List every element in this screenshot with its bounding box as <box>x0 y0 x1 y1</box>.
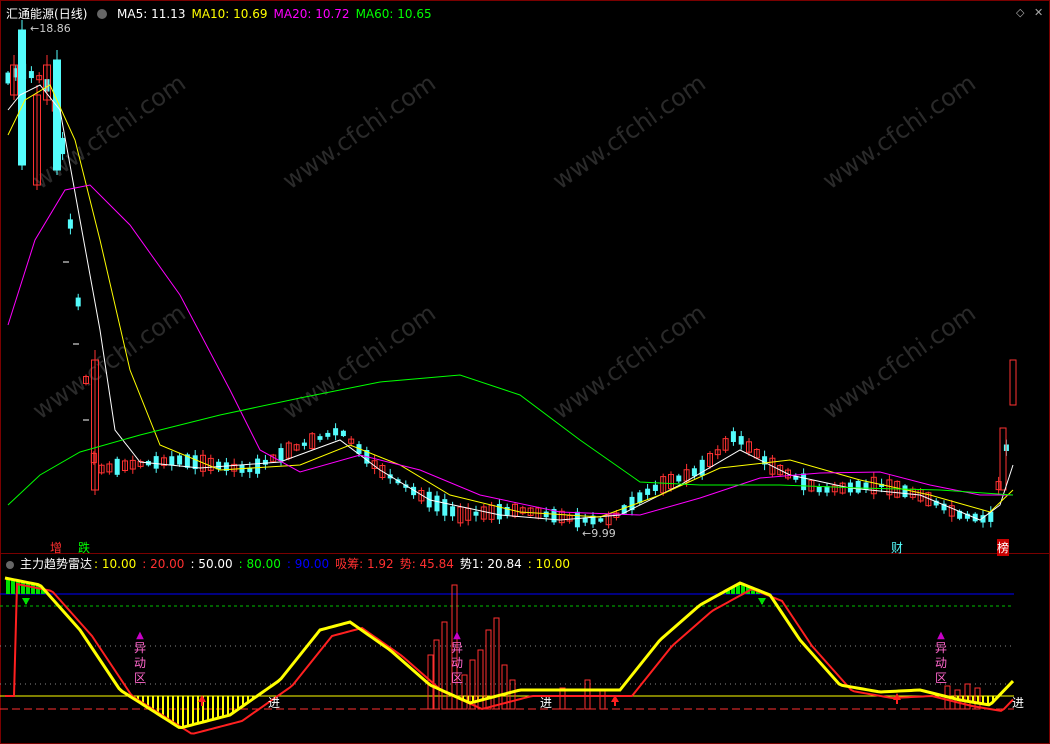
candle-body <box>863 482 869 490</box>
high-price-label: ←18.86 <box>30 22 71 35</box>
volume-bar <box>599 689 606 710</box>
candle-body <box>325 432 331 437</box>
candle-body <box>902 485 908 498</box>
candle-body <box>5 72 11 84</box>
candle-body <box>801 473 807 491</box>
candle-body <box>473 511 479 516</box>
candle-body <box>816 487 822 493</box>
anomaly-zone-label: ▲ 异动区 <box>451 630 464 685</box>
candle-body <box>1009 359 1017 406</box>
candle-body <box>262 459 268 465</box>
watermark: www.cfchi.com <box>27 69 190 195</box>
candle-body <box>177 455 183 465</box>
candle-body <box>67 219 73 229</box>
candle-body <box>28 71 34 79</box>
enter-signal-label: 进 <box>540 696 553 710</box>
watermark: www.cfchi.com <box>547 69 710 195</box>
candle-body <box>574 511 580 528</box>
candle-body <box>340 430 346 437</box>
candle-body <box>434 495 440 512</box>
candle-body <box>730 431 736 442</box>
candle-body <box>153 456 159 469</box>
watermark: www.cfchi.com <box>817 69 980 195</box>
cai-marker[interactable]: 财 <box>891 539 903 556</box>
candle-body <box>18 29 26 166</box>
candle-body <box>53 59 61 171</box>
bang-marker[interactable]: 榜 <box>997 539 1010 556</box>
candle-body <box>999 427 1007 491</box>
low-price-label: ←9.99 <box>582 527 616 540</box>
candle-body <box>738 436 744 445</box>
candle-body <box>255 458 261 474</box>
chart-canvas[interactable]: www.cfchi.com www.cfchi.com www.cfchi.com w… <box>0 0 1050 744</box>
enter-signal-label: 进 <box>1012 696 1025 710</box>
anomaly-zone-label: ▲ 异动区 <box>134 630 147 685</box>
candle-body <box>676 475 682 482</box>
zeng-marker[interactable]: 增 <box>50 539 62 556</box>
candle-body <box>645 488 651 495</box>
watermark: www.cfchi.com <box>817 299 980 425</box>
watermark: www.cfchi.com <box>27 299 190 425</box>
anomaly-zone-label: ▲ 异动区 <box>935 630 948 685</box>
watermark: www.cfchi.com <box>277 299 440 425</box>
enter-signal-label: 进 <box>268 696 281 710</box>
volume-bar <box>433 639 440 710</box>
candle-body <box>652 484 658 491</box>
candle-body <box>598 518 604 522</box>
watermark: www.cfchi.com <box>277 69 440 195</box>
candle-body <box>333 428 339 436</box>
candle-body <box>543 511 549 518</box>
yellow-trend-line <box>4 576 1015 729</box>
candle-body <box>450 506 456 517</box>
candle-body <box>855 480 861 493</box>
watermark: www.cfchi.com <box>547 299 710 425</box>
die-marker[interactable]: 跌 <box>78 539 90 556</box>
candle-body <box>114 458 120 475</box>
candle-body <box>75 297 81 307</box>
candle-body <box>442 499 448 516</box>
candle-body <box>317 436 323 440</box>
candle-body <box>278 448 284 461</box>
candle-body <box>301 442 307 446</box>
candle-body <box>169 456 175 466</box>
ma20-line <box>7 184 1013 516</box>
